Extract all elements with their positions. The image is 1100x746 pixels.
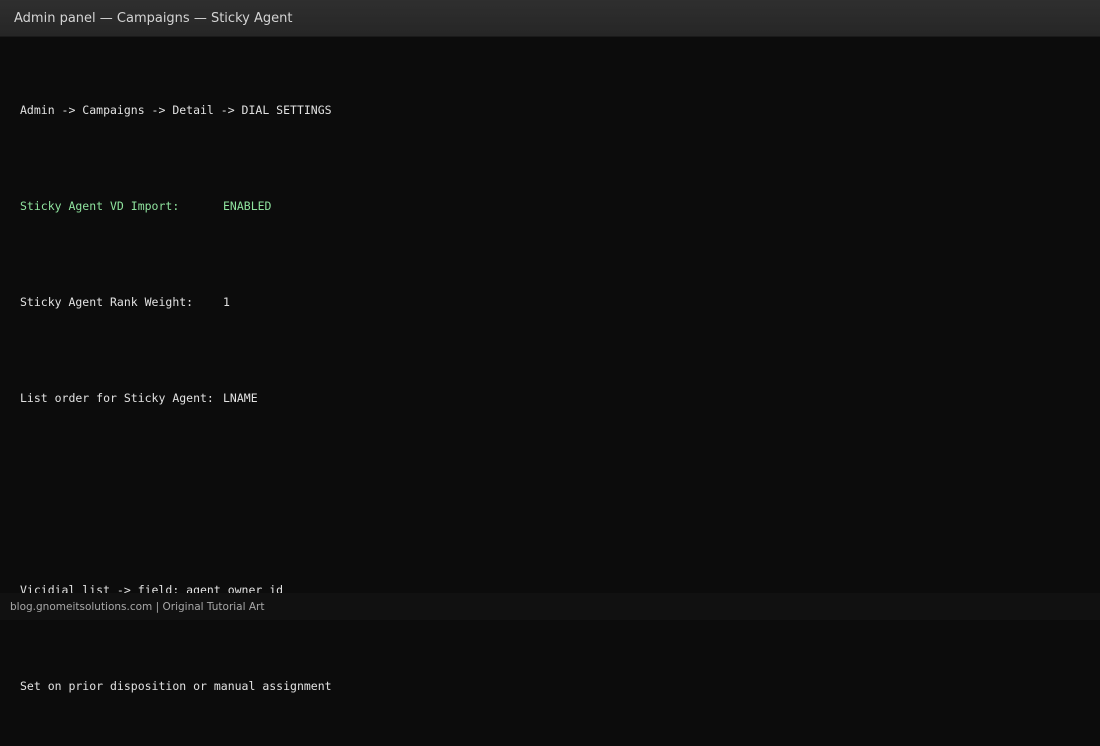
- setting-value: LNAME: [223, 391, 258, 405]
- setting-label: Sticky Agent Rank Weight:: [20, 295, 194, 309]
- setting-row-vd-import: Sticky Agent VD Import: ENABLED: [20, 194, 332, 218]
- window-title: Admin panel — Campaigns — Sticky Agent: [14, 11, 293, 26]
- setting-label: List order for Sticky Agent:: [20, 391, 214, 405]
- terminal-output: Admin -> Campaigns -> Detail -> DIAL SET…: [20, 50, 332, 746]
- footer-credit: blog.gnomeitsolutions.com | Original Tut…: [10, 601, 265, 613]
- setting-value: ENABLED: [223, 199, 272, 213]
- setting-value: 1: [223, 295, 230, 309]
- terminal-pane[interactable]: Admin -> Campaigns -> Detail -> DIAL SET…: [0, 37, 1100, 693]
- setting-label: Sticky Agent VD Import:: [20, 199, 180, 213]
- setting-row-rank-weight: Sticky Agent Rank Weight: 1: [20, 290, 332, 314]
- breadcrumb-line: Admin -> Campaigns -> Detail -> DIAL SET…: [20, 103, 332, 117]
- setting-row-list-order: List order for Sticky Agent: LNAME: [20, 386, 332, 410]
- note-line: Set on prior disposition or manual assig…: [20, 679, 332, 693]
- window-titlebar: Admin panel — Campaigns — Sticky Agent: [0, 0, 1100, 37]
- footer-bar: blog.gnomeitsolutions.com | Original Tut…: [0, 593, 1100, 620]
